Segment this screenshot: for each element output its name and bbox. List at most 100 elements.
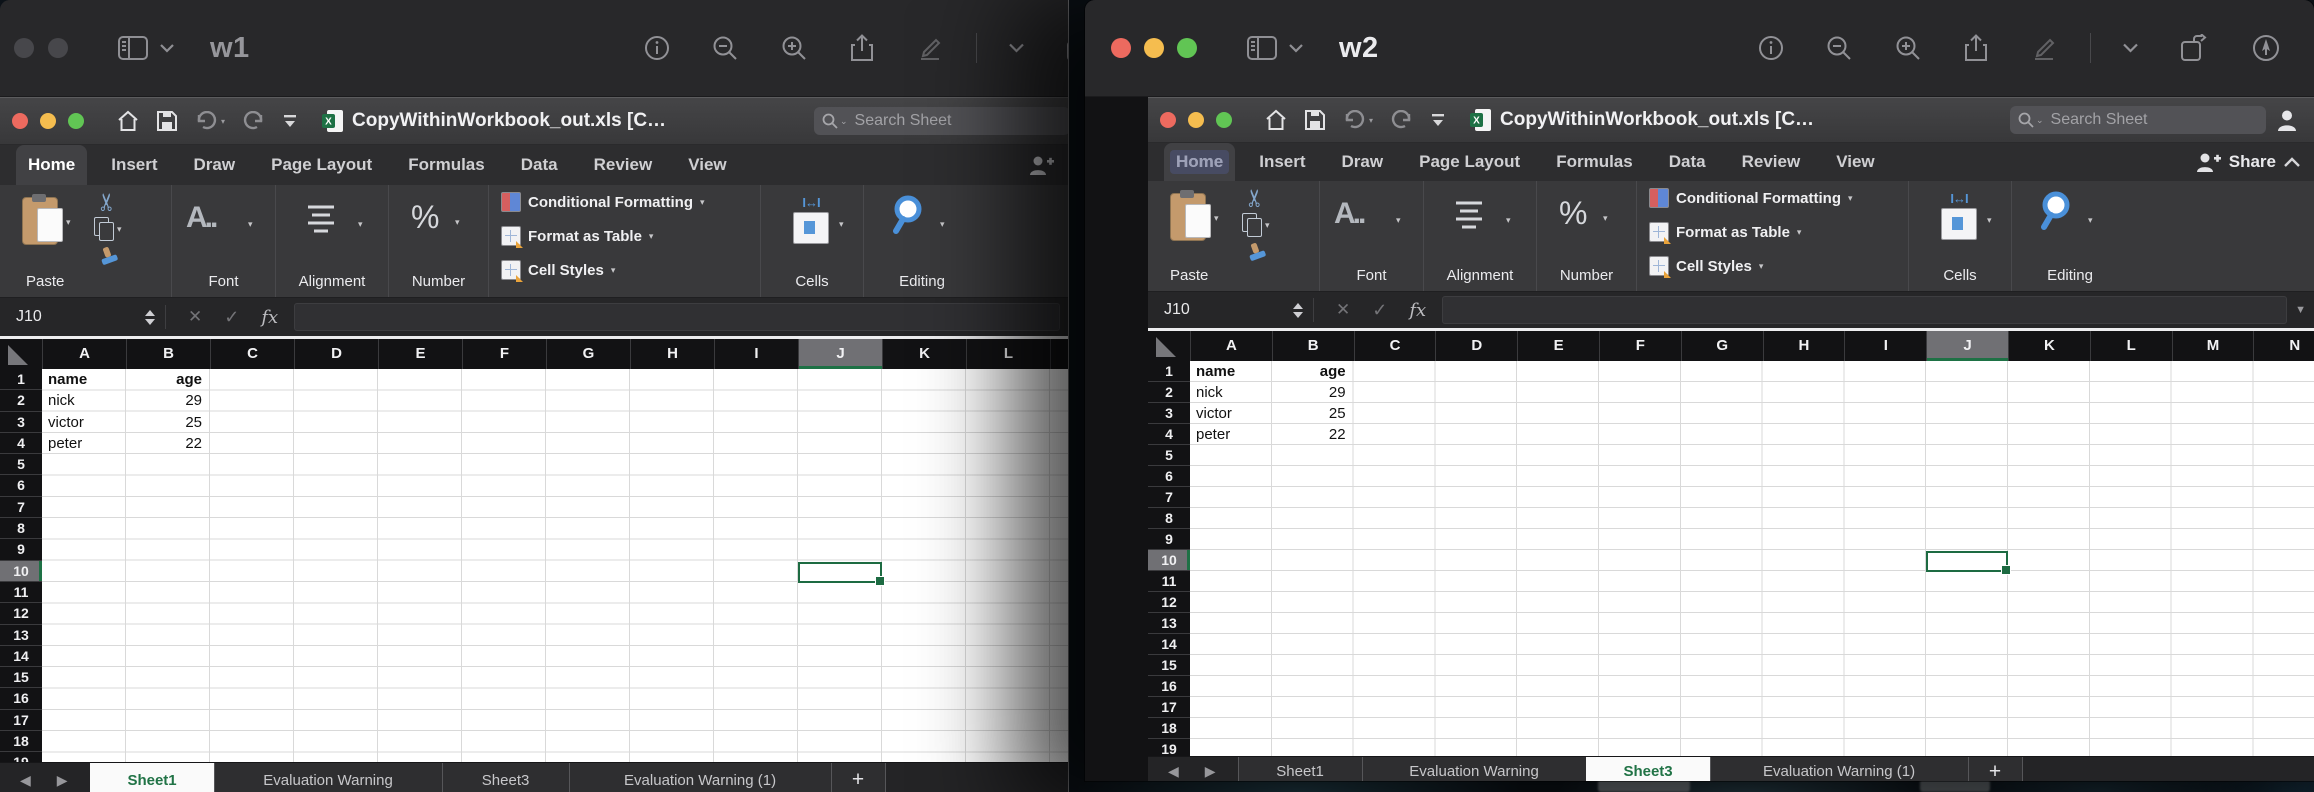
alignment-caret[interactable]: ▾ — [358, 219, 363, 230]
cell[interactable]: 29 — [1272, 384, 1354, 401]
font-group[interactable]: A.. ▾ Font — [1320, 181, 1424, 291]
conditional-formatting-button[interactable]: Conditional Formatting ▾ — [1637, 181, 1908, 215]
data-row[interactable]: victor25 — [1190, 403, 1354, 424]
alignment-caret[interactable]: ▾ — [1506, 215, 1511, 226]
cell[interactable]: peter — [42, 435, 126, 452]
row-header[interactable]: 1 — [1148, 361, 1190, 382]
cell[interactable]: age — [1272, 363, 1354, 380]
ribbon-tab[interactable]: Review — [1730, 143, 1813, 181]
cell[interactable]: age — [126, 371, 210, 388]
name-box-stepper[interactable] — [1293, 303, 1303, 318]
column-header[interactable]: L — [967, 339, 1051, 369]
paste-caret[interactable]: ▾ — [66, 217, 71, 228]
column-header[interactable]: K — [883, 339, 967, 369]
editing-group[interactable]: ▾ Editing — [864, 185, 980, 297]
row-header[interactable]: 5 — [1148, 445, 1190, 466]
collapse-ribbon-chevron-icon[interactable] — [2284, 157, 2300, 167]
cell[interactable]: 25 — [126, 414, 210, 431]
data-row[interactable]: nick29 — [42, 390, 210, 411]
sidebar-toggle[interactable] — [1247, 36, 1303, 60]
name-box[interactable]: J10 — [1148, 298, 1314, 322]
row-header[interactable]: 17 — [1148, 697, 1190, 718]
search-input[interactable] — [853, 111, 1007, 131]
close-button[interactable] — [1111, 38, 1131, 58]
minimize-button[interactable] — [1188, 112, 1204, 128]
chevron-down-button[interactable] — [1009, 43, 1024, 53]
zoom-in-button[interactable] — [1895, 35, 1922, 62]
minimize-button[interactable] — [14, 38, 34, 58]
fx-icon[interactable]: fx — [261, 307, 278, 328]
rotate-button[interactable] — [2180, 34, 2210, 62]
row-header[interactable]: 9 — [1148, 529, 1190, 550]
row-header[interactable]: 11 — [0, 582, 42, 603]
format-painter-icon[interactable] — [95, 242, 121, 268]
close-button[interactable] — [12, 113, 28, 129]
column-header[interactable]: D — [1436, 331, 1518, 361]
row-header[interactable]: 17 — [0, 710, 42, 731]
add-person-icon[interactable] — [1028, 155, 1054, 175]
ribbon-tab[interactable]: Data — [1657, 143, 1718, 181]
column-header[interactable]: A — [1191, 331, 1273, 361]
cancel-icon[interactable]: ✕ — [1336, 300, 1350, 320]
data-row[interactable]: victor25 — [42, 412, 210, 433]
cell[interactable]: nick — [42, 392, 126, 409]
add-sheet-button[interactable]: + — [1968, 757, 2023, 781]
zoom-out-button[interactable] — [712, 35, 739, 62]
ribbon-tab[interactable]: Formulas — [1544, 143, 1645, 181]
share-button[interactable] — [850, 34, 874, 62]
cells-area[interactable]: nameagenick29victor25peter22 — [42, 369, 1068, 762]
row-header[interactable]: 18 — [0, 731, 42, 752]
row-header[interactable]: 14 — [1148, 634, 1190, 655]
ribbon-tab[interactable]: Home — [1164, 143, 1235, 181]
collapse-ribbon-icon[interactable] — [1431, 113, 1445, 127]
search-box[interactable]: ⌄ — [814, 107, 1069, 135]
copy-caret[interactable]: ▾ — [1265, 220, 1270, 231]
cells-area[interactable]: nameagenick29victor25peter22 — [1190, 361, 2314, 756]
cut-icon[interactable]: ✂ — [1245, 188, 1267, 208]
save-icon[interactable] — [157, 111, 177, 131]
cell[interactable]: nick — [1190, 384, 1272, 401]
cell[interactable]: victor — [42, 414, 126, 431]
select-all-corner[interactable] — [1148, 331, 1191, 361]
row-header[interactable]: 4 — [0, 433, 42, 454]
row-header[interactable]: 19 — [0, 752, 42, 762]
paste-button[interactable] — [22, 197, 58, 245]
column-header[interactable]: I — [1845, 331, 1927, 361]
cell[interactable]: 25 — [1272, 405, 1354, 422]
formula-bar-expand-icon[interactable]: ▼ — [2295, 304, 2306, 316]
zoom-button[interactable] — [48, 38, 68, 58]
column-header[interactable]: H — [1764, 331, 1846, 361]
share-button[interactable]: Share — [2229, 152, 2276, 172]
data-row[interactable]: nick29 — [1190, 382, 1354, 403]
formula-input[interactable] — [294, 303, 1060, 331]
column-header[interactable]: I — [715, 339, 799, 369]
row-header[interactable]: 12 — [0, 603, 42, 624]
number-caret[interactable]: ▾ — [455, 217, 460, 228]
ribbon-tab[interactable]: Home — [16, 145, 87, 185]
row-header[interactable]: 8 — [1148, 508, 1190, 529]
redo-icon[interactable] — [243, 111, 265, 131]
sheet-tab[interactable]: Evaluation Warning — [1362, 757, 1586, 781]
add-sheet-button[interactable]: + — [831, 763, 886, 792]
row-header[interactable]: 13 — [1148, 613, 1190, 634]
zoom-in-button[interactable] — [781, 35, 808, 62]
column-header[interactable]: L — [2091, 331, 2173, 361]
formula-input[interactable] — [1442, 296, 2287, 324]
row-header[interactable]: 1 — [0, 369, 42, 390]
paste-caret[interactable]: ▾ — [1214, 213, 1219, 224]
copy-caret[interactable]: ▾ — [117, 224, 122, 235]
ribbon-tab[interactable]: View — [676, 145, 738, 185]
sheet-tab[interactable]: Sheet3 — [442, 763, 569, 792]
font-group[interactable]: A.. ▾ Font — [172, 185, 276, 297]
format-as-table-button[interactable]: Format as Table ▾ — [489, 219, 760, 253]
enter-icon[interactable]: ✓ — [224, 307, 239, 328]
minimize-button[interactable] — [40, 113, 56, 129]
cells-caret[interactable]: ▾ — [1987, 215, 1992, 226]
row-header[interactable]: 2 — [0, 390, 42, 411]
font-caret[interactable]: ▾ — [248, 219, 253, 230]
row-header[interactable]: 12 — [1148, 592, 1190, 613]
column-header[interactable]: G — [547, 339, 631, 369]
column-header[interactable]: E — [379, 339, 463, 369]
row-header[interactable]: 16 — [0, 688, 42, 709]
ribbon-tab[interactable]: Page Layout — [259, 145, 384, 185]
